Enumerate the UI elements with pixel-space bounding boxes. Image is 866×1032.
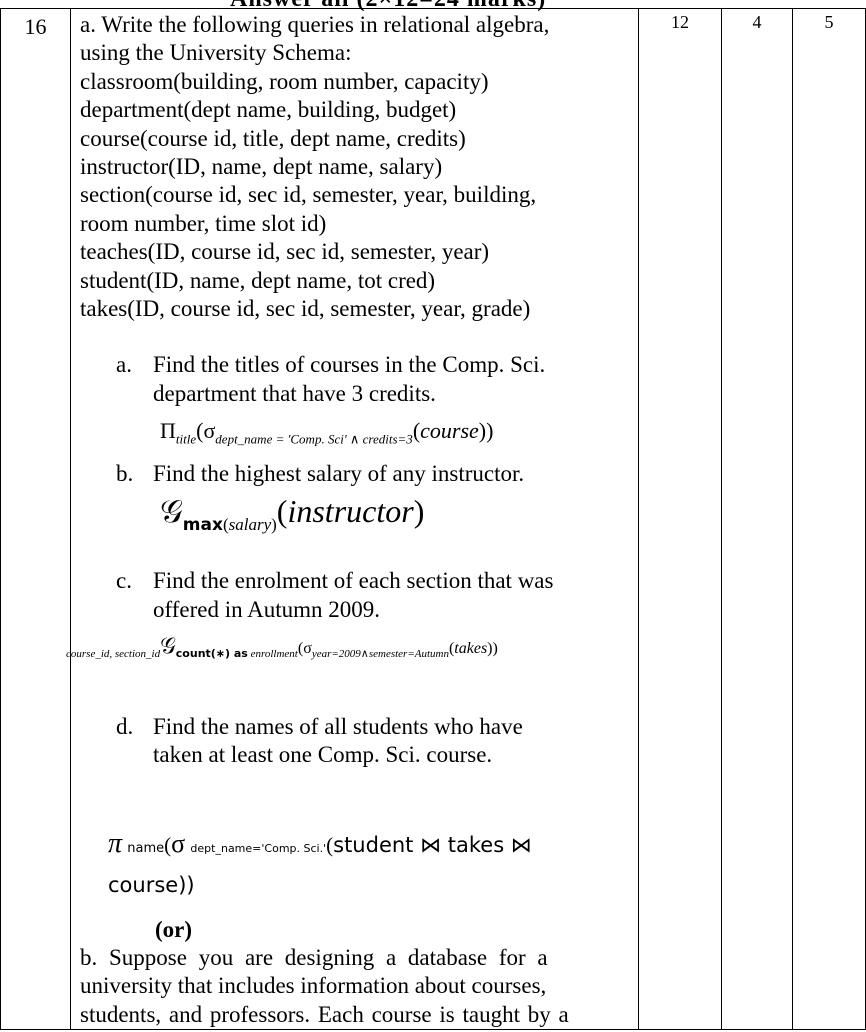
subpart-d: d. Find the names of all students who ha… bbox=[116, 713, 632, 770]
schema-list: classroom(building, room number, capacit… bbox=[80, 68, 632, 324]
selection-symbol: σ bbox=[203, 418, 216, 444]
subpart-text: Find the names of all students who have bbox=[153, 713, 523, 739]
subpart-text: Find the titles of courses in the Comp. … bbox=[153, 352, 546, 378]
subpart-letter: b. bbox=[116, 461, 134, 487]
formula-condition: dept_name = 'Comp. Sci' ∧ credits=3 bbox=[215, 431, 413, 447]
marks-cell: 5 bbox=[792, 7, 866, 1031]
schema-line: room number, time slot id) bbox=[80, 210, 327, 236]
aggregate-alias: enrollment bbox=[250, 648, 298, 661]
schema-line: takes(ID, course id, sec id, semester, y… bbox=[80, 296, 531, 322]
part-b: b. Suppose you are designing a database … bbox=[80, 944, 632, 1029]
schema-line: classroom(building, room number, capacit… bbox=[80, 68, 489, 94]
formula-condition: year=2009∧semester=Autumn bbox=[311, 648, 449, 661]
part-a-intro-line: using the University Schema: bbox=[80, 40, 352, 66]
part-b-line: students, and professors. Each course is… bbox=[80, 1001, 569, 1027]
subpart-c: c. Find the enrolment of each section th… bbox=[116, 567, 632, 624]
part-b-line: university that includes information abo… bbox=[80, 973, 547, 999]
subpart-b: b. Find the highest salary of any instru… bbox=[116, 460, 632, 488]
formula-b: 𝒢max(salary)(instructor) bbox=[160, 493, 425, 535]
subpart-text: department that have 3 credits. bbox=[153, 380, 436, 406]
formula-relations-tail: course)) bbox=[108, 872, 195, 897]
subpart-text: taken at least one Comp. Sci. course. bbox=[153, 742, 493, 768]
formula-relation: takes bbox=[454, 640, 488, 658]
aggregate-function: count(∗) as bbox=[175, 647, 248, 661]
schema-line: student(ID, name, dept name, tot cred) bbox=[80, 267, 436, 293]
formula-attribute: title bbox=[175, 431, 197, 447]
formula-c: course_id, section_id𝒢count(∗) as enroll… bbox=[66, 633, 498, 661]
group-attributes: course_id, section_id bbox=[66, 648, 161, 661]
part-b-line: b. Suppose you are designing a database … bbox=[80, 944, 548, 970]
formula-attribute: name bbox=[127, 840, 165, 856]
subpart-text: Find the enrolment of each section that … bbox=[153, 568, 554, 594]
projection-symbol: Π bbox=[160, 418, 176, 444]
question-content: a. Write the following queries in relati… bbox=[66, 7, 639, 1031]
subpart-letter: d. bbox=[116, 713, 134, 739]
subpart-a: a. Find the titles of courses in the Com… bbox=[116, 351, 632, 408]
part-a-intro-line: a. Write the following queries in relati… bbox=[80, 12, 550, 37]
schema-line: course(course id, title, dept name, cred… bbox=[80, 125, 466, 151]
formula-relation: instructor bbox=[287, 493, 414, 530]
subpart-text: Find the highest salary of any instructo… bbox=[153, 461, 525, 487]
projection-symbol: π bbox=[108, 827, 123, 859]
aggregate-symbol: 𝒢 bbox=[160, 493, 183, 530]
formula-a: Πtitle(σdept_name = 'Comp. Sci' ∧ credit… bbox=[160, 418, 494, 447]
schema-line: department(dept name, building, budget) bbox=[80, 97, 457, 123]
table-row: 16 a. Write the following queries in rel… bbox=[0, 7, 866, 1031]
or-separator: (or) bbox=[155, 916, 193, 942]
subpart-letter: a. bbox=[116, 352, 132, 378]
aggregate-function: max bbox=[182, 514, 223, 535]
marks-cell: 4 bbox=[721, 7, 793, 1031]
question-number: 16 bbox=[0, 7, 71, 1031]
formula-relation: course bbox=[420, 418, 479, 444]
formula-d: π name(σ dept_name='Comp. Sci.'(student … bbox=[108, 827, 532, 897]
subpart-letter: c. bbox=[116, 568, 132, 594]
selection-symbol: σ bbox=[303, 640, 312, 658]
formula-relations: student ⋈ takes ⋈ bbox=[333, 832, 532, 857]
marks-cell: 12 bbox=[638, 7, 722, 1031]
schema-line: instructor(ID, name, dept name, salary) bbox=[80, 154, 443, 180]
selection-symbol: σ bbox=[171, 828, 186, 858]
schema-line: section(course id, sec id, semester, yea… bbox=[80, 182, 537, 208]
schema-line: teaches(ID, course id, sec id, semester,… bbox=[80, 239, 490, 265]
aggregate-symbol: 𝒢 bbox=[160, 633, 176, 659]
formula-attribute: salary bbox=[228, 514, 272, 534]
subpart-text: offered in Autumn 2009. bbox=[153, 596, 380, 622]
question-table: 16 a. Write the following queries in rel… bbox=[0, 7, 866, 1031]
formula-condition: dept_name='Comp. Sci.' bbox=[190, 841, 327, 855]
